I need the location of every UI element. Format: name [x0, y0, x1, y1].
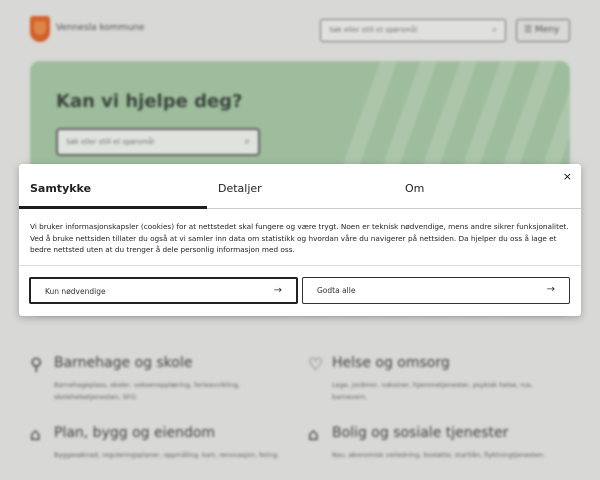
cookie-consent-dialog: Samtykke Detaljer Om × Vi bruker informa…: [19, 164, 581, 316]
necessary-only-label: Kun nødvendige: [45, 287, 106, 296]
tab-om[interactable]: Om: [405, 182, 424, 195]
arrow-right-icon: →: [273, 285, 282, 296]
active-tab-indicator: [19, 206, 207, 209]
arrow-right-icon: →: [546, 284, 555, 295]
tab-samtykke[interactable]: Samtykke: [30, 182, 91, 195]
tab-detaljer[interactable]: Detaljer: [218, 182, 262, 195]
consent-text-line-1: Vi bruker informasjonskapsler (cookies) …: [30, 222, 569, 231]
accept-all-button[interactable]: Godta alle →: [302, 277, 570, 304]
close-icon[interactable]: ×: [563, 170, 572, 183]
accept-all-label: Godta alle: [317, 286, 356, 295]
dialog-tabs: Samtykke Detaljer Om: [19, 164, 581, 209]
necessary-only-button[interactable]: Kun nødvendige →: [29, 277, 298, 304]
divider: [19, 265, 581, 266]
consent-text: Vi bruker informasjonskapsler (cookies) …: [30, 221, 575, 256]
consent-text-line-2: Ved å bruke nettsiden tillater du også a…: [30, 233, 557, 255]
